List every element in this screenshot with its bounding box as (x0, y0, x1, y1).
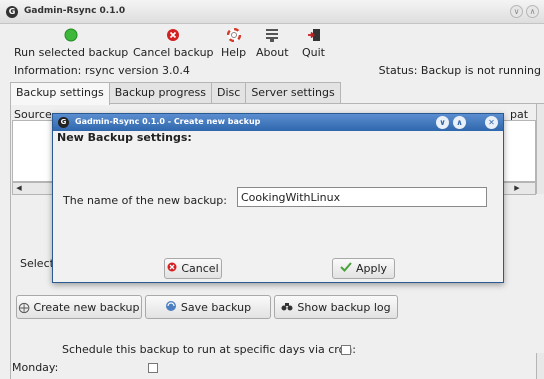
monday-checkbox[interactable] (148, 363, 158, 373)
dialog-heading: New Backup settings: (57, 131, 192, 144)
save-icon (165, 300, 177, 315)
cancel-backup-label: Cancel backup (133, 46, 214, 59)
minimize-icon[interactable]: ∨ (510, 5, 523, 18)
schedule-label: Schedule this backup to run at specific … (62, 343, 356, 356)
run-selected-backup-button[interactable]: Run selected backup (14, 28, 128, 59)
dialog-apply-label: Apply (355, 262, 388, 275)
backup-name-label: The name of the new backup: (63, 194, 227, 207)
help-button[interactable]: Help (221, 27, 247, 59)
show-backup-log-button[interactable]: Show backup log (274, 295, 398, 319)
save-backup-label: Save backup (180, 300, 252, 314)
quit-label: Quit (302, 46, 325, 59)
information-text: Information: rsync version 3.0.4 (14, 64, 190, 77)
schedule-checkbox[interactable] (341, 345, 351, 355)
tab-bar: Backup settings Backup progress Disc Ser… (10, 82, 341, 105)
dialog-cancel-label: Cancel (181, 262, 219, 275)
dialog-title: Gadmin-Rsync 0.1.0 - Create new backup (75, 117, 261, 126)
quit-button[interactable]: Quit (302, 28, 325, 59)
bottom-vertical-scrollbar[interactable] (536, 353, 544, 379)
dialog-cancel-button[interactable]: Cancel (164, 258, 222, 279)
cancel-backup-button[interactable]: Cancel backup (133, 28, 214, 59)
checkmark-icon (340, 262, 352, 275)
about-button[interactable]: About (256, 28, 289, 59)
create-new-backup-label: Create new backup (33, 300, 140, 314)
scroll-left-icon[interactable]: ◀ (13, 183, 25, 194)
tab-disc[interactable]: Disc (211, 82, 247, 104)
lifebuoy-icon (226, 27, 241, 43)
create-backup-dialog: G Gadmin-Rsync 0.1.0 - Create new backup… (52, 113, 504, 283)
dialog-close-icon[interactable]: ✕ (485, 116, 498, 129)
app-logo-icon: G (6, 6, 18, 18)
add-icon: ⨁ (18, 300, 30, 314)
window-title: Gadmin-Rsync 0.1.0 (24, 6, 126, 16)
dialog-apply-button[interactable]: Apply (332, 258, 395, 279)
run-selected-backup-label: Run selected backup (14, 46, 129, 59)
status-text: Status: Backup is not running (378, 64, 541, 77)
tab-server-settings[interactable]: Server settings (245, 82, 341, 104)
dialog-titlebar: G Gadmin-Rsync 0.1.0 - Create new backup… (53, 114, 503, 131)
tab-backup-progress[interactable]: Backup progress (108, 82, 212, 104)
scroll-right-icon[interactable]: ▶ (511, 183, 523, 194)
save-backup-button[interactable]: Save backup (145, 295, 271, 319)
backup-name-input[interactable] (237, 187, 487, 207)
select-label: Select (20, 257, 54, 270)
main-titlebar: G Gadmin-Rsync 0.1.0 ∨ ∧ (0, 0, 544, 24)
dialog-maximize-icon[interactable]: ∧ (453, 116, 466, 129)
exit-door-icon (307, 28, 321, 42)
help-label: Help (221, 46, 247, 59)
about-icon (265, 28, 279, 42)
create-new-backup-button[interactable]: ⨁ Create new backup (16, 295, 142, 319)
maximize-icon[interactable]: ∧ (526, 5, 539, 18)
dialog-minimize-icon[interactable]: ∨ (436, 116, 449, 129)
tab-backup-settings[interactable]: Backup settings (10, 82, 110, 105)
about-label: About (256, 46, 289, 59)
show-backup-log-label: Show backup log (297, 300, 391, 314)
monday-label: Monday: (12, 361, 59, 374)
vertical-scrollbar[interactable] (536, 104, 544, 194)
dialog-app-icon: G (58, 117, 69, 128)
binoculars-icon (281, 300, 293, 315)
cancel-icon (167, 262, 177, 275)
run-icon (64, 28, 78, 42)
cancel-icon (166, 28, 180, 42)
